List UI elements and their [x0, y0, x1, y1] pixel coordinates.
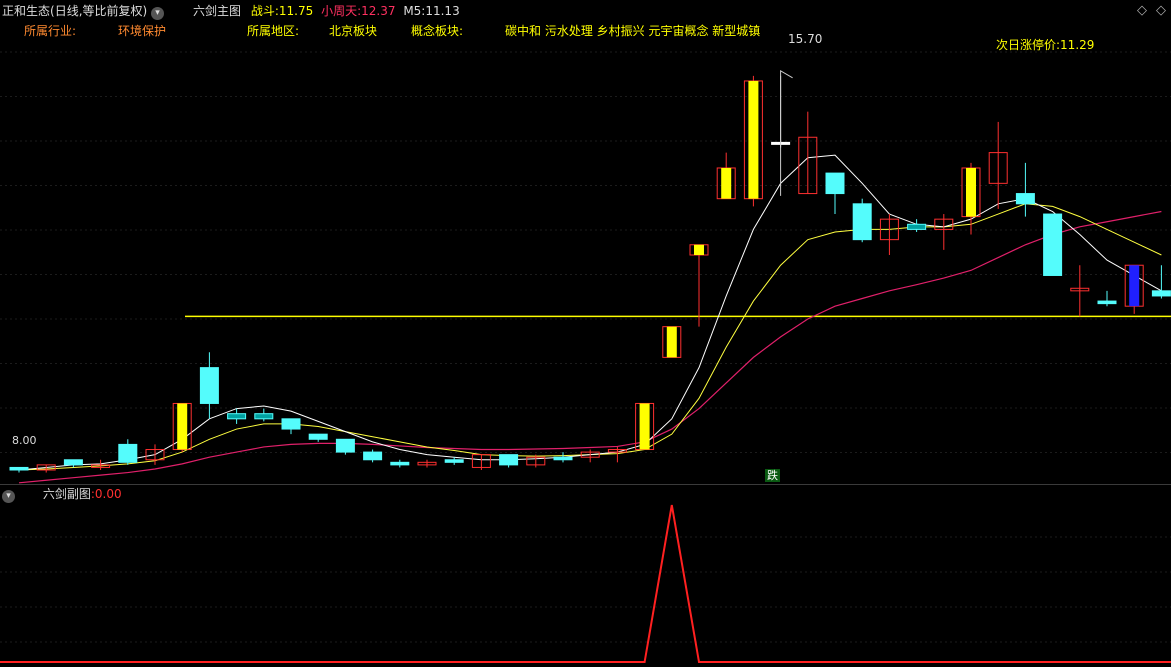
candle-body — [118, 443, 138, 463]
candle-fill — [966, 167, 976, 217]
ma-magenta-line — [18, 210, 1162, 484]
pane-divider[interactable] — [0, 484, 1171, 485]
candle-body — [9, 466, 29, 471]
sub-signal-line — [0, 504, 1171, 663]
candle-body — [499, 454, 519, 466]
candle-body — [254, 413, 274, 420]
ma-yellow-line — [18, 203, 1162, 471]
candle-body — [1015, 193, 1035, 205]
candlestick-chart[interactable] — [0, 0, 1171, 484]
candle-body — [553, 456, 573, 461]
candle-fill — [666, 326, 677, 358]
candle-body — [1097, 300, 1117, 305]
candle-body — [825, 172, 845, 195]
sub-chart-value: 0.00 — [94, 487, 122, 501]
signal-die-tag: 跌 — [765, 469, 780, 482]
candle-body — [63, 459, 83, 466]
candle-fill — [748, 80, 759, 199]
low-price-label: 8.00 — [12, 434, 37, 447]
candle-body — [1043, 213, 1063, 276]
chevron-down-icon[interactable]: ▾ — [2, 490, 15, 503]
candle-body — [199, 367, 219, 404]
candle-body — [852, 203, 872, 241]
ma-white-line — [18, 154, 1162, 471]
candle-body — [281, 418, 301, 430]
sub-chart-name[interactable]: 六剑副图 — [43, 487, 91, 501]
candle-fill — [177, 403, 188, 450]
candle-body — [335, 438, 355, 453]
candle-fill — [694, 244, 704, 255]
candle-body — [444, 459, 464, 463]
candle-body — [1151, 290, 1171, 297]
candle-body — [390, 461, 410, 466]
high-price-label: 15.70 — [788, 32, 823, 46]
candle-body — [363, 451, 383, 461]
candle-body — [308, 433, 328, 440]
sub-chart-header: ▾ 六剑副图:0.00 — [2, 486, 122, 503]
candle-fill — [1129, 265, 1140, 307]
candle-fill — [639, 403, 650, 450]
candle-body — [907, 223, 927, 230]
candle-body — [227, 413, 247, 420]
candle-fill — [721, 167, 732, 199]
